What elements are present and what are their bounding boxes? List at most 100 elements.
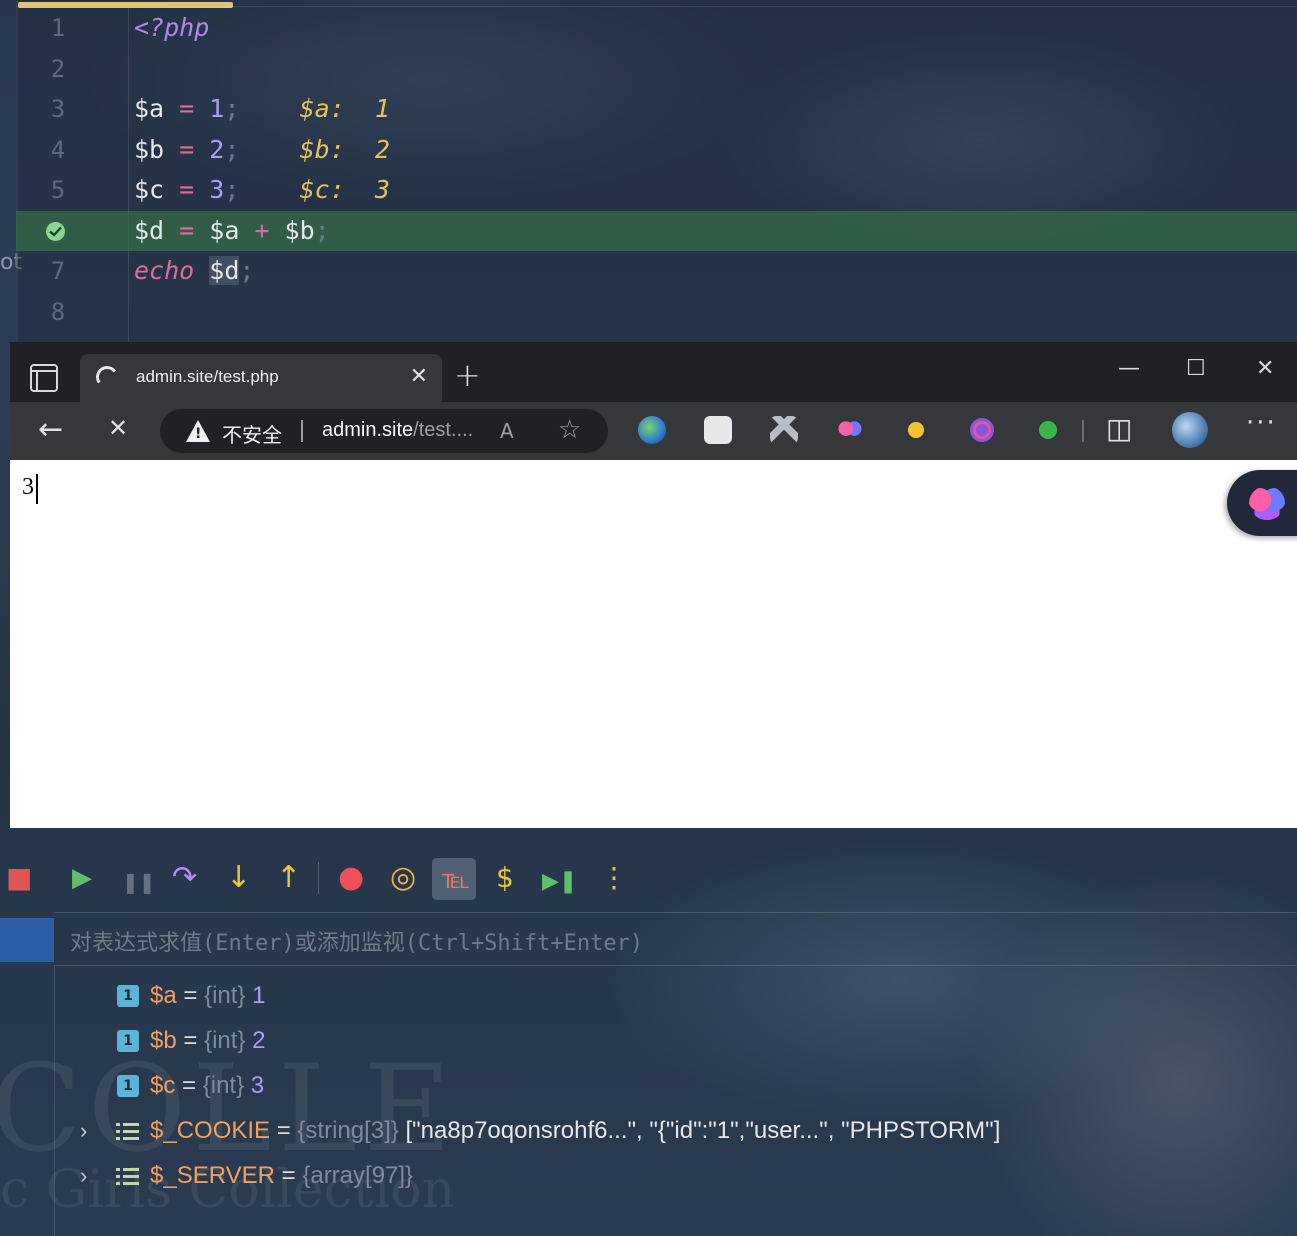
- line-number[interactable]: 5: [16, 170, 100, 210]
- code-token: =: [164, 175, 210, 204]
- tab-actions-icon[interactable]: [30, 364, 58, 392]
- variable-row[interactable]: 1 $c = {int} 3: [0, 1064, 1297, 1108]
- code-token: $b: [134, 134, 165, 164]
- pause-icon[interactable]: ❚❚: [122, 868, 156, 896]
- tab-close-icon[interactable]: ✕: [410, 364, 428, 389]
- extension-tiger-icon[interactable]: [902, 416, 930, 444]
- code-line[interactable]: 5 $c = 3; $c: 3: [16, 170, 1297, 210]
- extension-tampermonkey-icon[interactable]: [704, 416, 732, 444]
- profile-avatar[interactable]: [1172, 412, 1208, 448]
- code-text: <?php: [134, 8, 209, 48]
- url-text[interactable]: admin.site/test....: [322, 419, 473, 442]
- minimize-button[interactable]: —: [1118, 356, 1140, 381]
- split-screen-icon[interactable]: ◫: [1106, 412, 1132, 445]
- extension-gear-icon[interactable]: [1034, 416, 1062, 444]
- code-token: $d: [209, 256, 240, 285]
- address-bar[interactable]: 不安全 admin.site/test.... A ☆: [160, 409, 608, 453]
- int-type-icon: 1: [117, 985, 139, 1007]
- code-line[interactable]: 1 <?php: [16, 8, 1297, 48]
- code-text: $a = 1; $a: 1: [134, 89, 390, 129]
- browser-window: admin.site/test.php ✕ + — ☐ ✕ ← ✕ 不安全 ad…: [10, 342, 1297, 828]
- code-token: 1: [209, 94, 225, 123]
- stop-icon[interactable]: ■: [6, 864, 32, 892]
- toolbar-divider: [1082, 420, 1084, 442]
- array-type-icon: [116, 1119, 140, 1143]
- resume-icon[interactable]: ▶: [72, 864, 92, 892]
- browser-toolbar: ← ✕ 不安全 admin.site/test.... A ☆ ◫ ···: [10, 402, 1297, 460]
- code-text: $b = 2; $b: 2: [134, 130, 390, 170]
- expand-chevron-icon[interactable]: ›: [80, 1109, 87, 1153]
- code-token: =: [164, 94, 210, 123]
- step-over-icon[interactable]: ↷: [172, 863, 197, 893]
- maximize-button[interactable]: ☐: [1186, 356, 1206, 381]
- code-token: ;: [224, 94, 240, 123]
- int-type-icon: 1: [117, 1075, 139, 1097]
- sidebar-assistant-button[interactable]: [1227, 470, 1297, 536]
- variable-name: $_SERVER: [150, 1162, 275, 1189]
- variable-row[interactable]: 1 $b = {int} 2: [0, 1019, 1297, 1063]
- back-button[interactable]: ←: [38, 412, 63, 447]
- step-out-icon[interactable]: ↑: [276, 863, 301, 893]
- line-number[interactable]: 7: [16, 251, 100, 291]
- variable-value: 2: [252, 1027, 266, 1054]
- code-token: ;: [224, 134, 240, 164]
- code-token: 3: [209, 175, 225, 204]
- variable-row[interactable]: 1 $a = {int} 1: [0, 974, 1297, 1018]
- run-to-cursor-icon[interactable]: ▶❚: [542, 868, 577, 896]
- line-number[interactable]: 1: [16, 8, 100, 48]
- page-content[interactable]: 3: [10, 460, 1297, 828]
- insecure-label[interactable]: 不安全: [222, 419, 282, 448]
- extension-globe-icon[interactable]: [638, 416, 666, 444]
- variable-value: ["na8p7oqonsrohf6...", "{"id":"1","user.…: [405, 1117, 1001, 1144]
- code-token: $b: [284, 215, 315, 245]
- mute-breakpoints-icon[interactable]: ◎: [390, 863, 416, 893]
- favorite-star-icon[interactable]: ☆: [558, 415, 581, 445]
- code-line[interactable]: 2: [16, 49, 1297, 89]
- extension-brain-icon[interactable]: [836, 416, 864, 444]
- stop-loading-button[interactable]: ✕: [108, 414, 128, 442]
- line-number[interactable]: 2: [16, 49, 100, 89]
- expand-chevron-icon[interactable]: ›: [80, 1154, 87, 1198]
- view-breakpoints-icon[interactable]: ●: [338, 863, 364, 893]
- xdebug-icon[interactable]: ℡: [442, 866, 470, 894]
- extension-openai-icon[interactable]: [968, 416, 996, 444]
- more-options-icon[interactable]: ⋮: [600, 864, 628, 892]
- variable-text: $_COOKIE = {string[3]} ["na8p7oqonsrohf6…: [150, 1109, 1000, 1153]
- code-token: ;: [239, 256, 255, 285]
- tab-title: admin.site/test.php: [136, 367, 279, 386]
- code-line[interactable]: 8: [16, 292, 1297, 332]
- close-window-button[interactable]: ✕: [1256, 356, 1274, 381]
- variable-text: $a = {int} 1: [150, 974, 265, 1018]
- variable-type: {string[3]}: [297, 1117, 399, 1144]
- line-number[interactable]: 3: [16, 89, 100, 129]
- code-token: +: [239, 215, 285, 245]
- variable-row[interactable]: › $_COOKIE = {string[3]} ["na8p7oqonsrohf…: [0, 1109, 1297, 1153]
- warning-icon[interactable]: [186, 420, 210, 442]
- step-into-icon[interactable]: ↓: [226, 863, 251, 893]
- execution-point-check-icon[interactable]: [46, 221, 65, 241]
- code-line[interactable]: $d = $a + $b;: [16, 210, 1297, 251]
- extension-vue-icon[interactable]: [770, 416, 798, 444]
- variable-value: 1: [252, 982, 266, 1009]
- code-token: $a: 1: [239, 94, 390, 123]
- brain-icon: [1249, 486, 1285, 520]
- variable-row[interactable]: › $_SERVER = {array[97]}: [0, 1154, 1297, 1198]
- more-menu-icon[interactable]: ···: [1246, 408, 1277, 438]
- line-number[interactable]: 8: [16, 292, 100, 332]
- code-line[interactable]: 3 $a = 1; $a: 1: [16, 89, 1297, 129]
- evaluate-expression-input[interactable]: 对表达式求值(Enter)或添加监视(Ctrl+Shift+Enter): [54, 912, 1297, 966]
- line-number[interactable]: 4: [16, 130, 100, 170]
- code-text: echo $d;: [134, 251, 254, 291]
- browser-tab[interactable]: admin.site/test.php ✕: [80, 354, 442, 402]
- variable-equals: =: [175, 1072, 203, 1099]
- new-tab-button[interactable]: +: [454, 356, 481, 394]
- read-aloud-icon[interactable]: A: [500, 419, 514, 443]
- code-line[interactable]: 4 $b = 2; $b: 2: [16, 130, 1297, 170]
- int-type-icon: 1: [117, 1030, 139, 1052]
- code-line[interactable]: 7 echo $d;: [16, 251, 1297, 291]
- frames-selection-accent: [0, 918, 54, 962]
- url-path: /test....: [413, 419, 474, 441]
- variable-text: $_SERVER = {array[97]}: [150, 1154, 413, 1198]
- code-token: $c: 3: [239, 175, 390, 204]
- dollar-icon[interactable]: $: [496, 864, 514, 892]
